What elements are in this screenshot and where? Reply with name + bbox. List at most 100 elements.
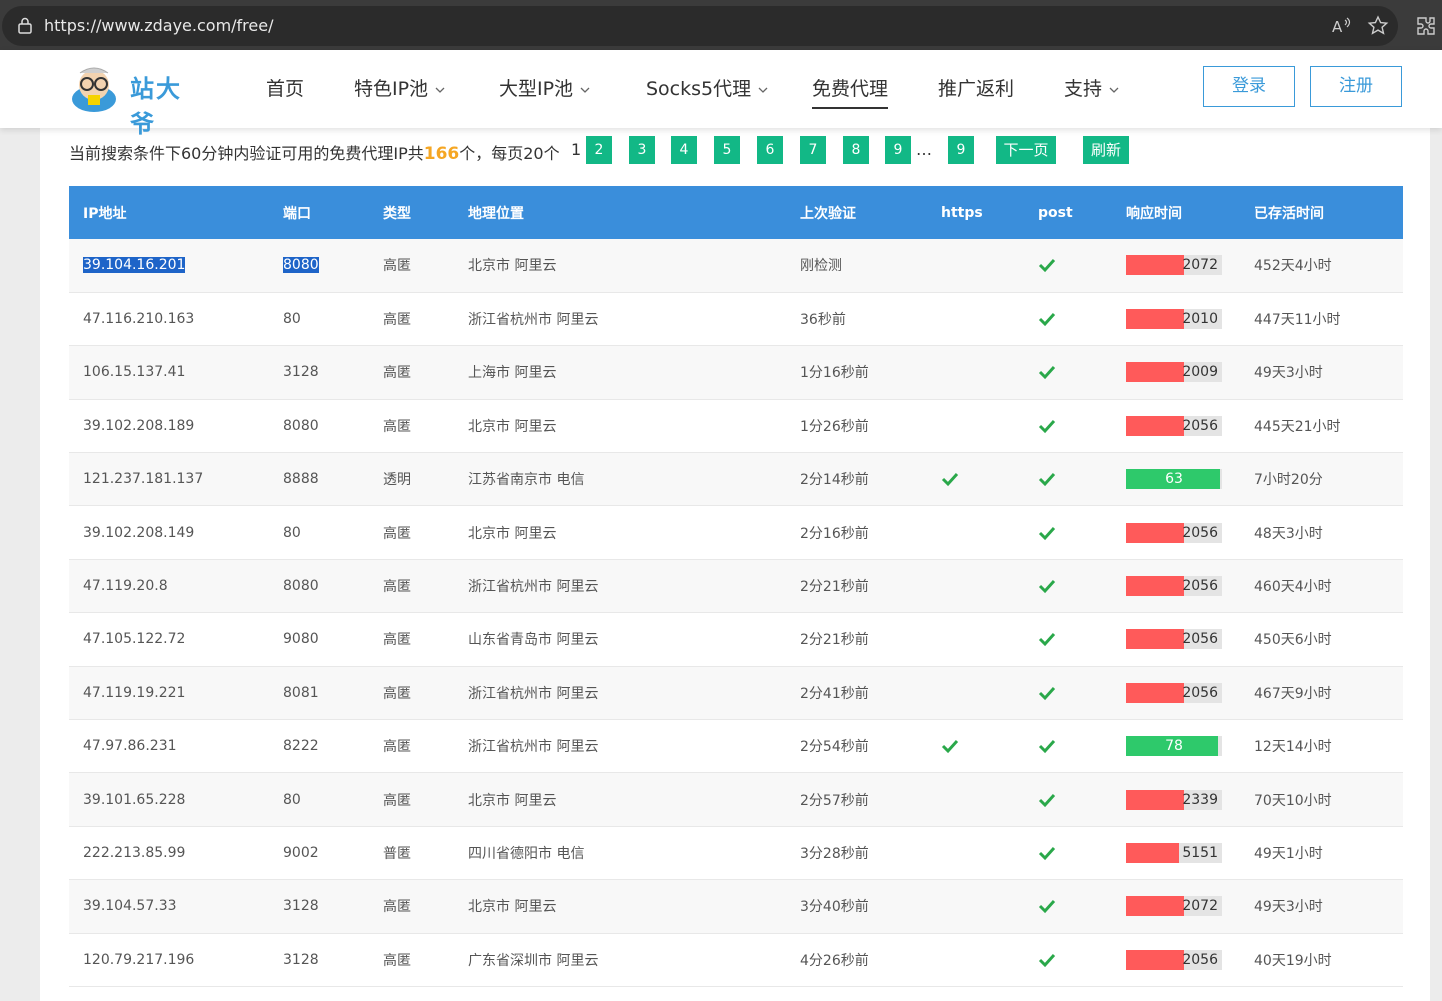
login-button[interactable]: 登录 [1203, 66, 1295, 107]
cell-port[interactable]: 8080 [269, 239, 369, 292]
cell-post [1024, 613, 1112, 666]
cell-ip[interactable]: 39.101.65.228 [69, 773, 269, 826]
nav-socks5[interactable]: Socks5代理 [646, 74, 769, 101]
ip-text: 121.237.181.137 [83, 471, 204, 488]
cell-ip[interactable]: 39.102.208.149 [69, 506, 269, 559]
cell-response-time: 2010 [1112, 292, 1240, 345]
read-aloud-icon[interactable]: A [1330, 14, 1354, 38]
address-bar[interactable]: https://www.zdaye.com/free/ A [2, 6, 1398, 46]
check-icon [1038, 580, 1056, 594]
ip-text: 47.119.20.8 [83, 578, 168, 595]
cell-ip[interactable]: 222.213.85.99 [69, 826, 269, 879]
nav-label: Socks5代理 [646, 78, 752, 100]
cell-last-verify: 2分14秒前 [800, 472, 869, 489]
table-body: 39.104.16.201 8080 高匿 北京市 阿里云 刚检测 2072 452天4小时… [69, 239, 1403, 987]
cell-port[interactable]: 8080 [269, 399, 369, 452]
cell-post [1024, 292, 1112, 345]
refresh-button[interactable]: 刷新 [1083, 136, 1129, 164]
nav-free-proxy[interactable]: 免费代理 [812, 74, 889, 109]
table-row: 47.97.86.231 8222 高匿 浙江省杭州市 阿里云 2分54秒前 78 12天1… [69, 719, 1403, 773]
table-row: 106.15.137.41 3128 高匿 上海市 阿里云 1分16秒前 2009 49天3… [69, 345, 1403, 400]
page-button-5[interactable]: 5 [714, 136, 740, 164]
cell-port[interactable]: 3128 [269, 346, 369, 399]
cell-ip[interactable]: 120.79.217.196 [69, 933, 269, 986]
nav-support[interactable]: 支持 [1064, 74, 1120, 101]
page-button-4[interactable]: 4 [671, 136, 697, 164]
cell-ip[interactable]: 39.104.57.33 [69, 880, 269, 933]
cell-ip[interactable]: 47.119.20.8 [69, 559, 269, 612]
mascot-logo-icon [72, 67, 116, 112]
cell-https [927, 720, 1024, 773]
cell-port[interactable]: 8080 [269, 559, 369, 612]
cell-post [1024, 666, 1112, 719]
cell-last-verify: 36秒前 [800, 312, 846, 329]
cell-type: 高匿 [383, 365, 411, 382]
cell-port[interactable]: 8081 [269, 666, 369, 719]
cell-ip[interactable]: 121.237.181.137 [69, 453, 269, 506]
cell-ip[interactable]: 47.97.86.231 [69, 720, 269, 773]
cell-ip[interactable]: 47.105.122.72 [69, 613, 269, 666]
chevron-down-icon [435, 87, 445, 93]
cell-port[interactable]: 80 [269, 292, 369, 345]
next-page-button[interactable]: 下一页 [996, 136, 1056, 164]
cell-location: 山东省青岛市 阿里云 [468, 632, 599, 649]
cell-port[interactable]: 9002 [269, 826, 369, 879]
check-icon [1038, 740, 1056, 754]
favorite-star-icon[interactable] [1366, 14, 1390, 38]
table-row: 222.213.85.99 9002 普匿 四川省德阳市 电信 3分28秒前 5151 49… [69, 826, 1403, 880]
header-response-time: 响应时间 [1126, 205, 1182, 222]
page-ellipsis: … [916, 140, 932, 159]
register-button[interactable]: 注册 [1310, 66, 1402, 107]
cell-response-time: 2072 [1112, 880, 1240, 933]
extensions-icon[interactable] [1414, 14, 1438, 38]
page-button-9[interactable]: 9 [885, 136, 911, 164]
cell-response-time: 5151 [1112, 826, 1240, 879]
cell-https [927, 880, 1024, 933]
response-value: 2339 [1182, 791, 1218, 808]
url-text[interactable]: https://www.zdaye.com/free/ [44, 6, 273, 46]
header-type: 类型 [383, 205, 411, 222]
cell-port[interactable]: 80 [269, 773, 369, 826]
cell-ip[interactable]: 106.15.137.41 [69, 346, 269, 399]
port-text: 8222 [283, 738, 319, 755]
site-navbar: 站大爷 首页 特色IP池 大型IP池 Socks5代理 免费代理 推广返利 支持… [0, 50, 1442, 138]
main-content: 当前搜索条件下60分钟内验证可用的免费代理IP共166个，每页20个 1 2 3… [40, 128, 1430, 1001]
cell-ip[interactable]: 39.102.208.189 [69, 399, 269, 452]
cell-alive-time: 49天1小时 [1254, 845, 1323, 862]
cell-port[interactable]: 9080 [269, 613, 369, 666]
page-button-8[interactable]: 8 [843, 136, 869, 164]
page-button-last[interactable]: 9 [948, 136, 974, 164]
cell-port[interactable]: 8888 [269, 453, 369, 506]
cell-response-time: 2056 [1112, 666, 1240, 719]
chevron-down-icon [1109, 87, 1119, 93]
cell-ip[interactable]: 47.119.19.221 [69, 666, 269, 719]
port-text: 8080 [283, 257, 319, 274]
check-icon [1038, 793, 1056, 807]
cell-port[interactable]: 3128 [269, 933, 369, 986]
cell-https [927, 399, 1024, 452]
summary-suffix: 个，每页20个 [459, 144, 560, 163]
cell-port[interactable]: 8222 [269, 720, 369, 773]
cell-ip[interactable]: 39.104.16.201 [69, 239, 269, 292]
response-bar-fill [1126, 576, 1184, 597]
ip-text: 222.213.85.99 [83, 844, 186, 861]
nav-large-ip-pool[interactable]: 大型IP池 [499, 74, 591, 101]
nav-home[interactable]: 首页 [266, 74, 304, 101]
cell-port[interactable]: 80 [269, 506, 369, 559]
port-text: 80 [283, 524, 301, 541]
site-logo[interactable]: 站大爷 [66, 63, 206, 138]
cell-post [1024, 453, 1112, 506]
cell-port[interactable]: 3128 [269, 880, 369, 933]
page-button-7[interactable]: 7 [800, 136, 826, 164]
cell-ip[interactable]: 47.116.210.163 [69, 292, 269, 345]
response-bar: 2339 [1126, 789, 1222, 810]
lock-icon[interactable] [16, 16, 34, 34]
nav-special-ip-pool[interactable]: 特色IP池 [354, 74, 446, 101]
page-button-2[interactable]: 2 [586, 136, 612, 164]
nav-referral[interactable]: 推广返利 [938, 74, 1014, 101]
page-button-6[interactable]: 6 [757, 136, 783, 164]
page-button-3[interactable]: 3 [629, 136, 655, 164]
nav-label: 特色IP池 [354, 78, 429, 100]
response-bar: 5151 [1126, 842, 1222, 863]
port-text: 8081 [283, 684, 319, 701]
